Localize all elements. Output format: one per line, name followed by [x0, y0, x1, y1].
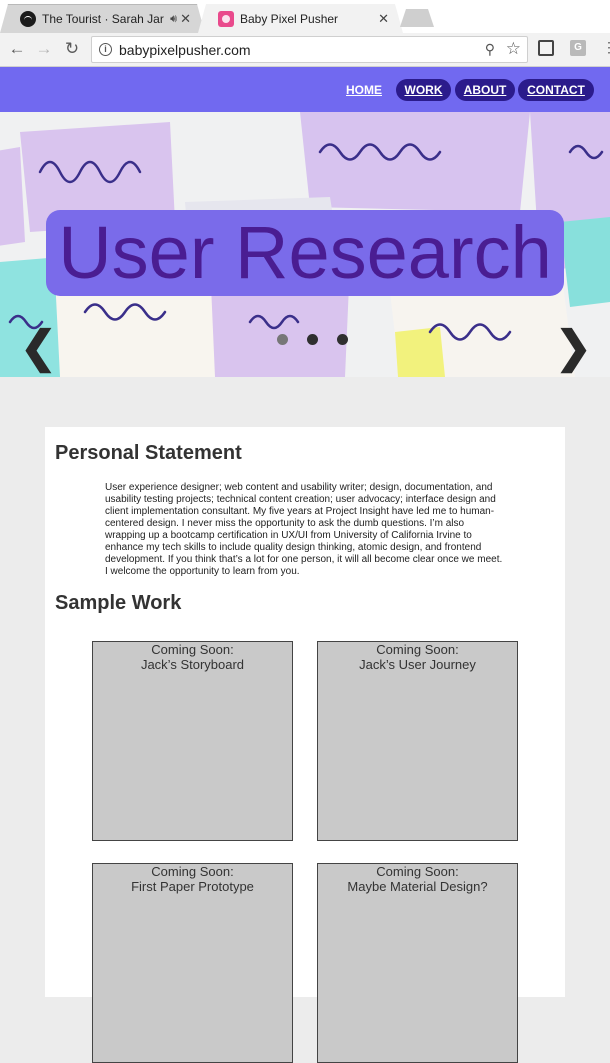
carousel-dot-1[interactable] [277, 334, 288, 345]
personal-statement-text: User experience designer; web content an… [105, 482, 503, 577]
new-tab-button[interactable] [400, 9, 434, 27]
card-status: Coming Soon: [376, 864, 459, 879]
spotify-icon [20, 11, 36, 27]
url-text[interactable]: babypixelpusher.com [119, 42, 251, 58]
nav-contact-link[interactable]: CONTACT [518, 79, 594, 101]
work-card-user-journey[interactable]: Coming Soon: Jack’s User Journey [317, 641, 518, 841]
site-favicon-icon [218, 10, 234, 27]
nav-work-link[interactable]: WORK [396, 79, 451, 101]
zoom-icon[interactable]: ⚲ [485, 41, 495, 58]
close-icon[interactable]: ✕ [378, 11, 389, 27]
carousel-next-icon[interactable]: ❯ [555, 326, 592, 370]
tab-title: The Tourist · Sarah Jar [42, 12, 164, 26]
sample-work-heading: Sample Work [55, 592, 182, 614]
nav-about-link[interactable]: ABOUT [455, 79, 515, 101]
close-icon[interactable]: ✕ [180, 11, 191, 27]
card-status: Coming Soon: [376, 642, 459, 657]
work-card-paper-prototype[interactable]: Coming Soon: First Paper Prototype [92, 863, 293, 1063]
main-content: Personal Statement User experience desig… [45, 427, 565, 1063]
card-title: Maybe Material Design? [347, 879, 488, 894]
back-arrow-icon[interactable]: ← [6, 38, 28, 60]
hero-carousel: User Research ❮ ❯ [0, 112, 610, 377]
extension-g-icon[interactable]: G [570, 40, 586, 56]
card-title: Jack’s User Journey [359, 657, 476, 672]
bookmark-star-icon[interactable]: ☆ [506, 39, 521, 59]
tab-title: Baby Pixel Pusher [240, 11, 339, 26]
menu-icon[interactable]: ⋮ [602, 39, 610, 56]
card-status: Coming Soon: [151, 642, 234, 657]
carousel-dot-2[interactable] [307, 334, 318, 345]
speaker-icon[interactable]: 🔊︎ [170, 13, 177, 26]
cast-icon[interactable] [538, 40, 554, 56]
work-card-material-design[interactable]: Coming Soon: Maybe Material Design? [317, 863, 518, 1063]
card-status: Coming Soon: [151, 864, 234, 879]
tab-baby-pixel-pusher[interactable]: Baby Pixel Pusher ✕ [198, 4, 403, 33]
nav-home-link[interactable]: HOME [343, 79, 385, 101]
card-title: First Paper Prototype [131, 879, 254, 894]
hero-title: User Research [58, 211, 552, 294]
carousel-prev-icon[interactable]: ❮ [20, 326, 57, 370]
browser-toolbar: ← → ↻ i babypixelpusher.com ⚲ ☆ G ⋮ [0, 33, 610, 67]
reload-icon[interactable]: ↻ [61, 38, 83, 60]
tab-spotify[interactable]: The Tourist · Sarah Jar 🔊︎ ✕ [0, 4, 205, 33]
carousel-dot-3[interactable] [337, 334, 348, 345]
site-header: HOME WORK ABOUT CONTACT [0, 67, 610, 112]
personal-statement-heading: Personal Statement [55, 442, 242, 464]
work-card-storyboard[interactable]: Coming Soon: Jack’s Storyboard [92, 641, 293, 841]
info-icon[interactable]: i [99, 43, 112, 56]
card-title: Jack’s Storyboard [140, 657, 245, 672]
forward-arrow-icon[interactable]: → [33, 38, 55, 60]
address-bar[interactable]: i babypixelpusher.com ⚲ ☆ [91, 36, 528, 63]
browser-tab-strip: The Tourist · Sarah Jar 🔊︎ ✕ Baby Pixel … [0, 0, 610, 33]
